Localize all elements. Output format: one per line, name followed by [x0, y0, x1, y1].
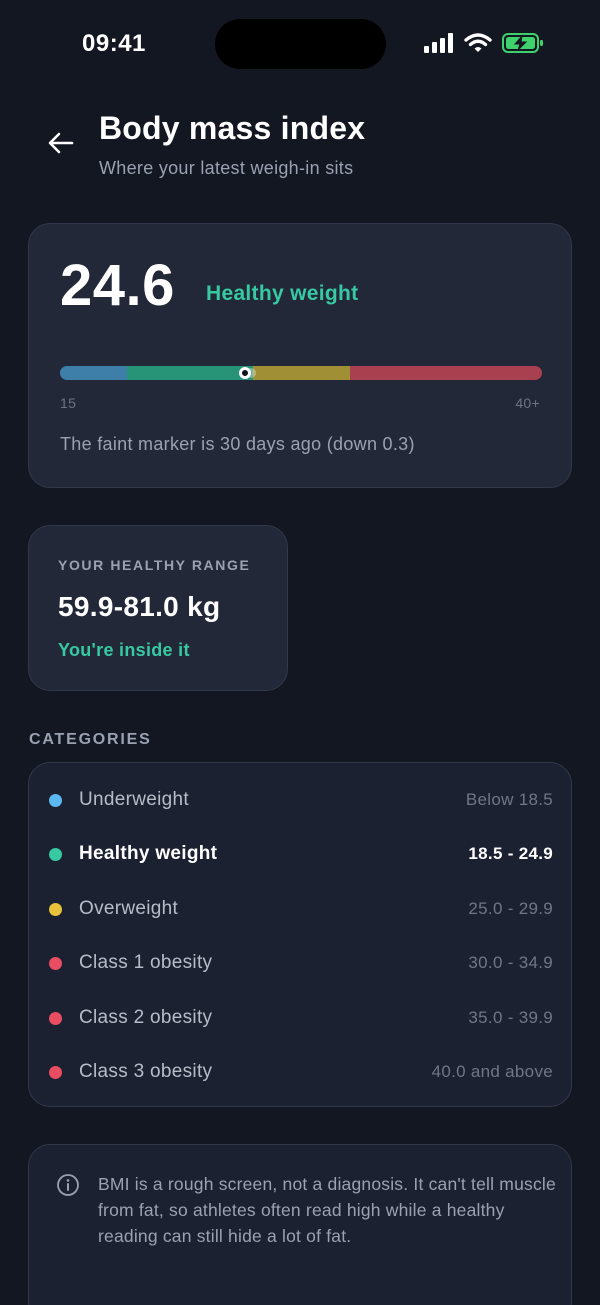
category-dot	[49, 1011, 62, 1025]
dynamic-island	[215, 19, 386, 69]
category-row: Underweight Below 18.5	[29, 773, 573, 827]
categories-heading: CATEGORIES	[29, 731, 152, 748]
bmi-value: 24.6	[60, 253, 175, 318]
scale-segment-healthy	[127, 366, 253, 380]
category-row: Overweight 25.0 - 29.9	[29, 882, 573, 936]
signal-icon	[424, 33, 453, 53]
category-name: Class 2 obesity	[79, 1007, 213, 1028]
scale-segment-underweight	[60, 366, 127, 380]
category-row: Class 2 obesity 35.0 - 39.9	[29, 991, 573, 1045]
categories-list: Underweight Below 18.5 Healthy weight 18…	[28, 762, 572, 1107]
bmi-scale-bar	[60, 366, 542, 380]
category-dot	[49, 793, 62, 807]
category-row: Class 3 obesity 40.0 and above	[29, 1045, 573, 1099]
category-name: Class 3 obesity	[79, 1061, 213, 1082]
category-range: Below 18.5	[465, 790, 553, 809]
healthy-range-value: 59.9-81.0 kg	[58, 591, 221, 622]
bmi-trend-note: The faint marker is 30 days ago (down 0.…	[60, 434, 415, 454]
wifi-icon	[464, 33, 492, 52]
category-range: 35.0 - 39.9	[468, 1008, 553, 1027]
healthy-range-card: YOUR HEALTHY RANGE 59.9-81.0 kg You're i…	[28, 525, 288, 691]
category-name: Overweight	[79, 898, 179, 919]
category-dot	[49, 1065, 62, 1079]
bmi-disclaimer-text: BMI is a rough screen, not a diagnosis. …	[98, 1174, 556, 1246]
status-bar: 09:41	[0, 0, 600, 90]
scale-segment-overweight	[253, 366, 350, 380]
healthy-range-status: You're inside it	[58, 640, 190, 660]
current-bmi-marker	[239, 367, 252, 379]
back-button[interactable]	[42, 124, 80, 162]
bmi-summary-card: 24.6 Healthy weight 15 40+ The faint mar…	[28, 223, 572, 488]
category-name: Healthy weight	[79, 843, 218, 864]
category-range: 18.5 - 24.9	[468, 844, 553, 863]
category-dot	[49, 902, 62, 916]
bmi-screen: 09:41 Body mass index Where your latest …	[0, 0, 600, 1305]
category-range: 40.0 and above	[431, 1062, 553, 1081]
battery-charging-icon	[502, 33, 543, 53]
bmi-category-label: Healthy weight	[206, 282, 359, 305]
category-row: Healthy weight 18.5 - 24.9	[29, 827, 573, 881]
scale-segment-obese	[350, 366, 542, 380]
status-icons	[424, 32, 544, 54]
page-title: Body mass index	[99, 110, 366, 146]
bmi-disclaimer-card: BMI is a rough screen, not a diagnosis. …	[28, 1144, 572, 1305]
category-dot	[49, 847, 62, 861]
category-name: Underweight	[79, 789, 189, 810]
status-time: 09:41	[82, 30, 146, 57]
arrow-left-icon	[48, 132, 74, 154]
category-row: Class 1 obesity 30.0 - 34.9	[29, 936, 573, 990]
page-subtitle: Where your latest weigh-in sits	[99, 158, 354, 178]
healthy-range-label: YOUR HEALTHY RANGE	[58, 557, 251, 573]
scale-min-label: 15	[60, 395, 77, 411]
category-name: Class 1 obesity	[79, 952, 213, 973]
category-range: 30.0 - 34.9	[468, 953, 553, 972]
category-range: 25.0 - 29.9	[468, 899, 553, 918]
category-dot	[49, 956, 62, 970]
info-icon	[57, 1174, 79, 1196]
scale-max-label: 40+	[515, 395, 540, 411]
